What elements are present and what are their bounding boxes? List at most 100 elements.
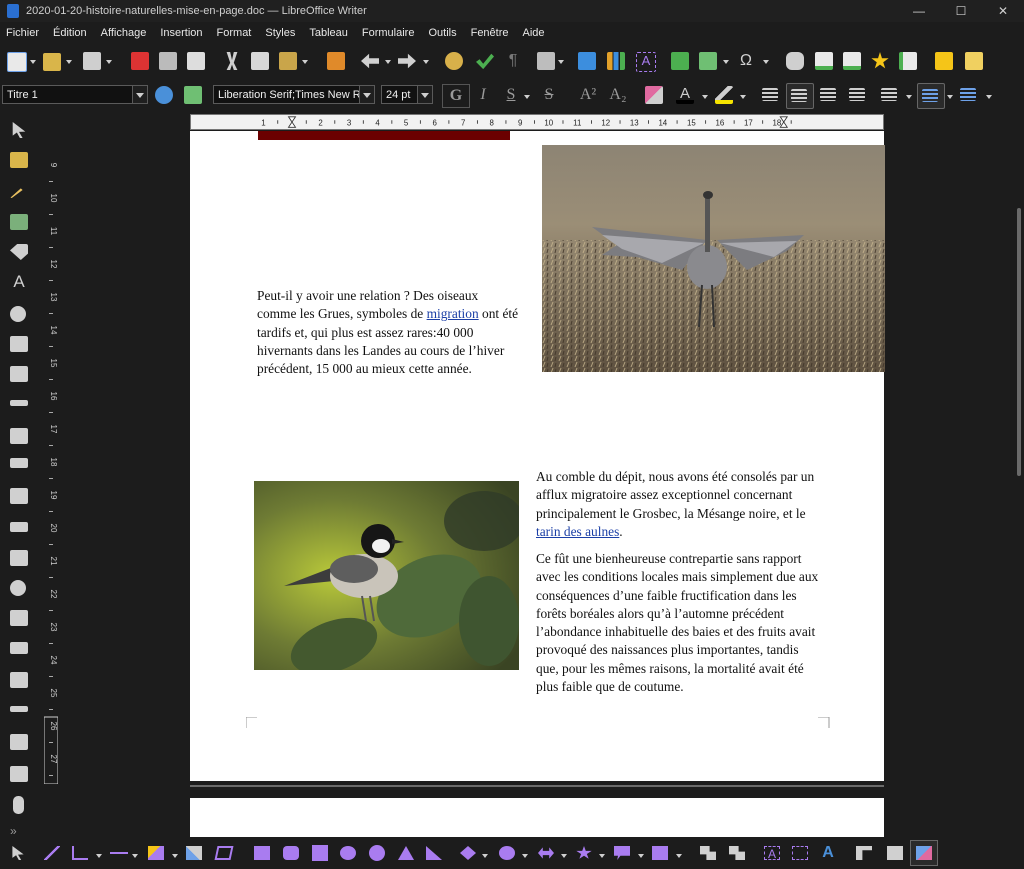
- menu-affichage[interactable]: Affichage: [95, 27, 155, 39]
- minimize-button[interactable]: —: [898, 0, 940, 22]
- select-icon[interactable]: [12, 846, 24, 860]
- open-dropdown-icon[interactable]: [66, 60, 72, 64]
- clone-formatting-icon[interactable]: [327, 52, 345, 70]
- freeform-dropdown-icon[interactable]: [172, 854, 178, 858]
- horizontal-ruler[interactable]: 1123456789101112131415161718: [190, 114, 884, 130]
- update-style-icon[interactable]: [155, 86, 173, 104]
- insert-page-break-icon[interactable]: [671, 52, 689, 70]
- connector-icon[interactable]: [72, 846, 88, 860]
- wizard-icon[interactable]: [10, 188, 23, 198]
- numbered-list-dropdown-icon[interactable]: [947, 95, 953, 99]
- text-box-icon[interactable]: [10, 400, 28, 406]
- menu-outils[interactable]: Outils: [422, 27, 464, 39]
- callouts-dropdown-icon[interactable]: [638, 854, 644, 858]
- outline-list-dropdown-icon[interactable]: [986, 95, 992, 99]
- close-button[interactable]: ✕: [982, 0, 1024, 22]
- diamond-icon[interactable]: [460, 846, 476, 860]
- new-dropdown-icon[interactable]: [30, 60, 36, 64]
- insert-text-box-icon[interactable]: A: [764, 846, 780, 861]
- label-tag-icon[interactable]: [10, 244, 28, 260]
- new-style-icon[interactable]: [184, 86, 202, 104]
- print-icon[interactable]: [159, 52, 177, 70]
- flowchart-dropdown-icon[interactable]: [676, 854, 682, 858]
- font-name-combo[interactable]: Liberation Serif;Times New Roman: [213, 85, 375, 104]
- endnote-icon[interactable]: [843, 52, 861, 70]
- coal-tit-photo[interactable]: [254, 481, 519, 670]
- paragraph-cranes[interactable]: Peut-il y avoir une relation ? Des oisea…: [257, 287, 519, 378]
- paragraph-afflux[interactable]: Au comble du dépit, nous avons été conso…: [536, 468, 822, 541]
- find-replace-icon[interactable]: [445, 52, 463, 70]
- tarin-des-aulnes-link[interactable]: tarin des aulnes: [536, 524, 619, 539]
- field-dropdown-icon[interactable]: [723, 60, 729, 64]
- maximize-button[interactable]: ☐: [940, 0, 982, 22]
- list-box-icon[interactable]: [10, 366, 28, 382]
- underline-button[interactable]: S: [500, 84, 522, 106]
- polygon-icon[interactable]: [214, 846, 234, 860]
- align-right-icon[interactable]: [820, 88, 836, 101]
- bullet-list-icon[interactable]: [881, 88, 897, 101]
- curve-icon[interactable]: [186, 846, 202, 860]
- label-field-icon[interactable]: A: [10, 273, 28, 290]
- insert-textbox-icon[interactable]: A: [636, 52, 656, 72]
- new-document-icon[interactable]: [7, 52, 27, 72]
- menu-formulaire[interactable]: Formulaire: [356, 27, 423, 39]
- currency-field-icon[interactable]: [10, 610, 28, 626]
- insert-table-icon[interactable]: [537, 52, 555, 70]
- font-color-dropdown-icon[interactable]: [702, 95, 708, 99]
- table-dropdown-icon[interactable]: [558, 60, 564, 64]
- track-changes-icon[interactable]: [965, 52, 983, 70]
- line-icon[interactable]: [44, 846, 60, 860]
- vertical-ruler[interactable]: 9 10 11 12 13 14 15 16 17 18 19 20 21 22 23 24 25 26 27: [44, 112, 58, 784]
- spelling-icon[interactable]: [476, 53, 494, 70]
- block-arrows-icon[interactable]: [538, 847, 554, 859]
- underline-dropdown-icon[interactable]: [524, 95, 530, 99]
- glue-points-icon[interactable]: [729, 846, 745, 860]
- square-icon[interactable]: [312, 845, 328, 861]
- highlight-color-icon[interactable]: [715, 86, 733, 104]
- formatting-marks-icon[interactable]: ¶: [504, 52, 522, 70]
- cross-reference-icon[interactable]: [899, 52, 917, 70]
- basic-shapes-dropdown-icon[interactable]: [482, 854, 488, 858]
- cut-icon[interactable]: [226, 52, 238, 70]
- pattern-field-icon[interactable]: [10, 642, 28, 654]
- smiley-icon[interactable]: [499, 846, 515, 860]
- stars-icon[interactable]: [576, 846, 592, 859]
- frame-icon[interactable]: [10, 336, 28, 352]
- menu-tableau[interactable]: Tableau: [303, 27, 356, 39]
- bullet-list-dropdown-icon[interactable]: [906, 95, 912, 99]
- outline-list-icon[interactable]: [960, 88, 976, 101]
- print-preview-icon[interactable]: [187, 52, 205, 70]
- font-color-icon[interactable]: A: [676, 86, 694, 104]
- highlight-dropdown-icon[interactable]: [740, 95, 746, 99]
- paste-dropdown-icon[interactable]: [302, 60, 308, 64]
- arrow-dropdown-icon[interactable]: [132, 854, 138, 858]
- redo-dropdown-icon[interactable]: [423, 60, 429, 64]
- paste-icon[interactable]: [279, 52, 297, 70]
- file-selection-icon[interactable]: [10, 766, 28, 782]
- symbol-shapes-dropdown-icon[interactable]: [522, 854, 528, 858]
- paragraph-style-combo[interactable]: Titre 1: [2, 85, 148, 104]
- image-button-icon[interactable]: [10, 734, 28, 750]
- strikethrough-button[interactable]: S: [538, 84, 560, 106]
- insert-callout-text-icon[interactable]: [792, 846, 808, 860]
- navigation-bar-icon[interactable]: [10, 706, 28, 712]
- insert-comment-icon[interactable]: [935, 52, 953, 70]
- save-icon[interactable]: [83, 52, 101, 70]
- migration-link[interactable]: migration: [427, 306, 479, 321]
- points-icon[interactable]: [700, 846, 716, 860]
- freeform-icon[interactable]: [148, 846, 164, 860]
- insert-chart-icon[interactable]: [607, 52, 625, 70]
- document-canvas[interactable]: Peut-il y avoir une relation ? Des oisea…: [60, 131, 1016, 837]
- fontwork-icon[interactable]: A: [820, 845, 836, 861]
- date-field-icon[interactable]: [10, 550, 28, 566]
- align-left-icon[interactable]: [762, 88, 778, 101]
- save-dropdown-icon[interactable]: [106, 60, 112, 64]
- special-character-dropdown-icon[interactable]: [763, 60, 769, 64]
- copy-icon[interactable]: [251, 52, 269, 70]
- form-navigator-icon[interactable]: [10, 214, 28, 230]
- combo-box-icon[interactable]: [10, 428, 28, 444]
- font-name-dropdown-icon[interactable]: [359, 86, 374, 103]
- superscript-button[interactable]: A²: [574, 84, 602, 106]
- redo-icon[interactable]: [398, 53, 416, 69]
- flowchart-icon[interactable]: [652, 846, 668, 860]
